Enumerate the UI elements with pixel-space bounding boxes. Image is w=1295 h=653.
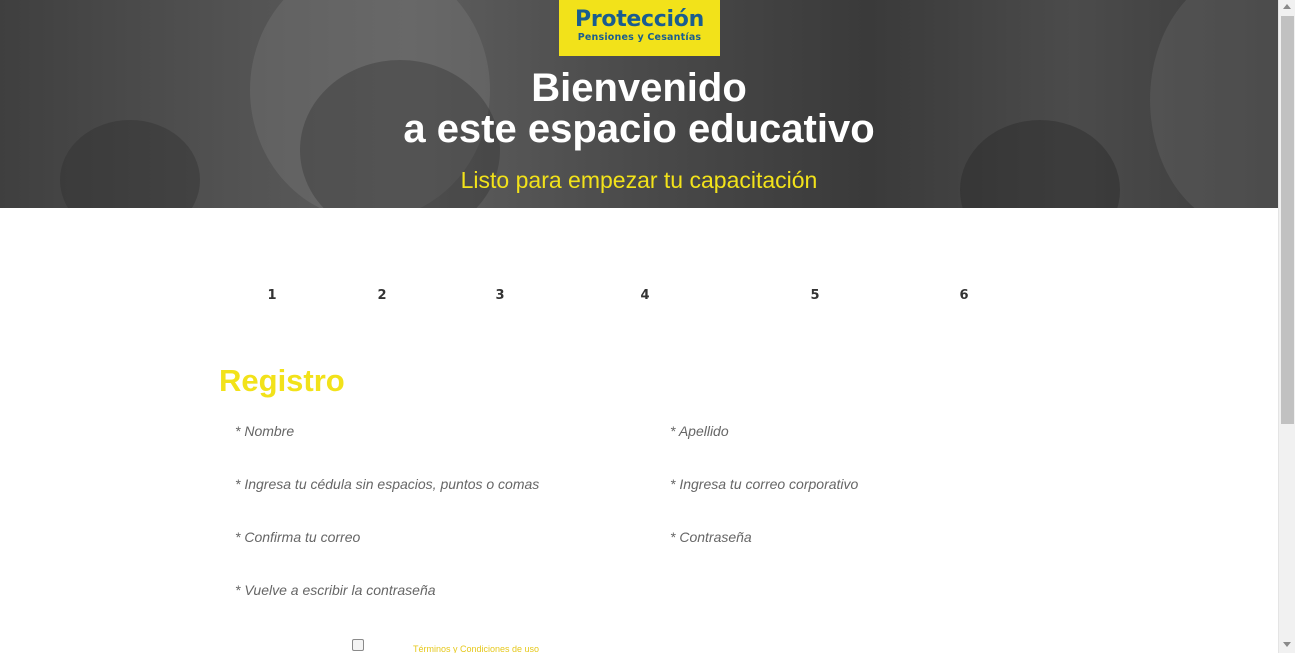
confirm-email-field[interactable] — [235, 526, 635, 548]
page-subtitle: Listo para empezar tu capacitación — [460, 167, 818, 193]
terms-checkbox[interactable] — [352, 639, 364, 651]
scroll-thumb[interactable] — [1281, 16, 1294, 424]
hero-banner: Protección Pensiones y Cesantías Bienven… — [0, 0, 1278, 208]
terms-link[interactable]: Términos y Condiciones de uso — [413, 644, 539, 653]
scroll-up-icon[interactable] — [1283, 4, 1291, 9]
password-field[interactable] — [670, 526, 1070, 548]
confirm-password-field[interactable] — [235, 579, 635, 601]
corporate-email-field[interactable] — [670, 473, 1070, 495]
nombre-field[interactable] — [235, 420, 635, 442]
title-line-1: Bienvenido — [531, 66, 747, 110]
apellido-field[interactable] — [670, 420, 1070, 442]
cedula-field[interactable] — [235, 473, 635, 495]
logo-subtitle: Pensiones y Cesantías — [577, 32, 702, 43]
step-5[interactable]: 5 — [805, 288, 825, 303]
step-3[interactable]: 3 — [490, 288, 510, 303]
registration-title: Registro — [219, 363, 345, 398]
page-title: Bienvenido a este espacio educativo — [0, 68, 1278, 150]
scroll-down-icon[interactable] — [1283, 642, 1291, 647]
step-2[interactable]: 2 — [372, 288, 392, 303]
title-line-2: a este espacio educativo — [403, 107, 875, 151]
logo-name: Protección — [575, 7, 704, 32]
step-4[interactable]: 4 — [635, 288, 655, 303]
step-1[interactable]: 1 — [262, 288, 282, 303]
page-scrollbar[interactable] — [1278, 0, 1295, 653]
step-6[interactable]: 6 — [954, 288, 974, 303]
brand-logo[interactable]: Protección Pensiones y Cesantías — [559, 0, 720, 56]
